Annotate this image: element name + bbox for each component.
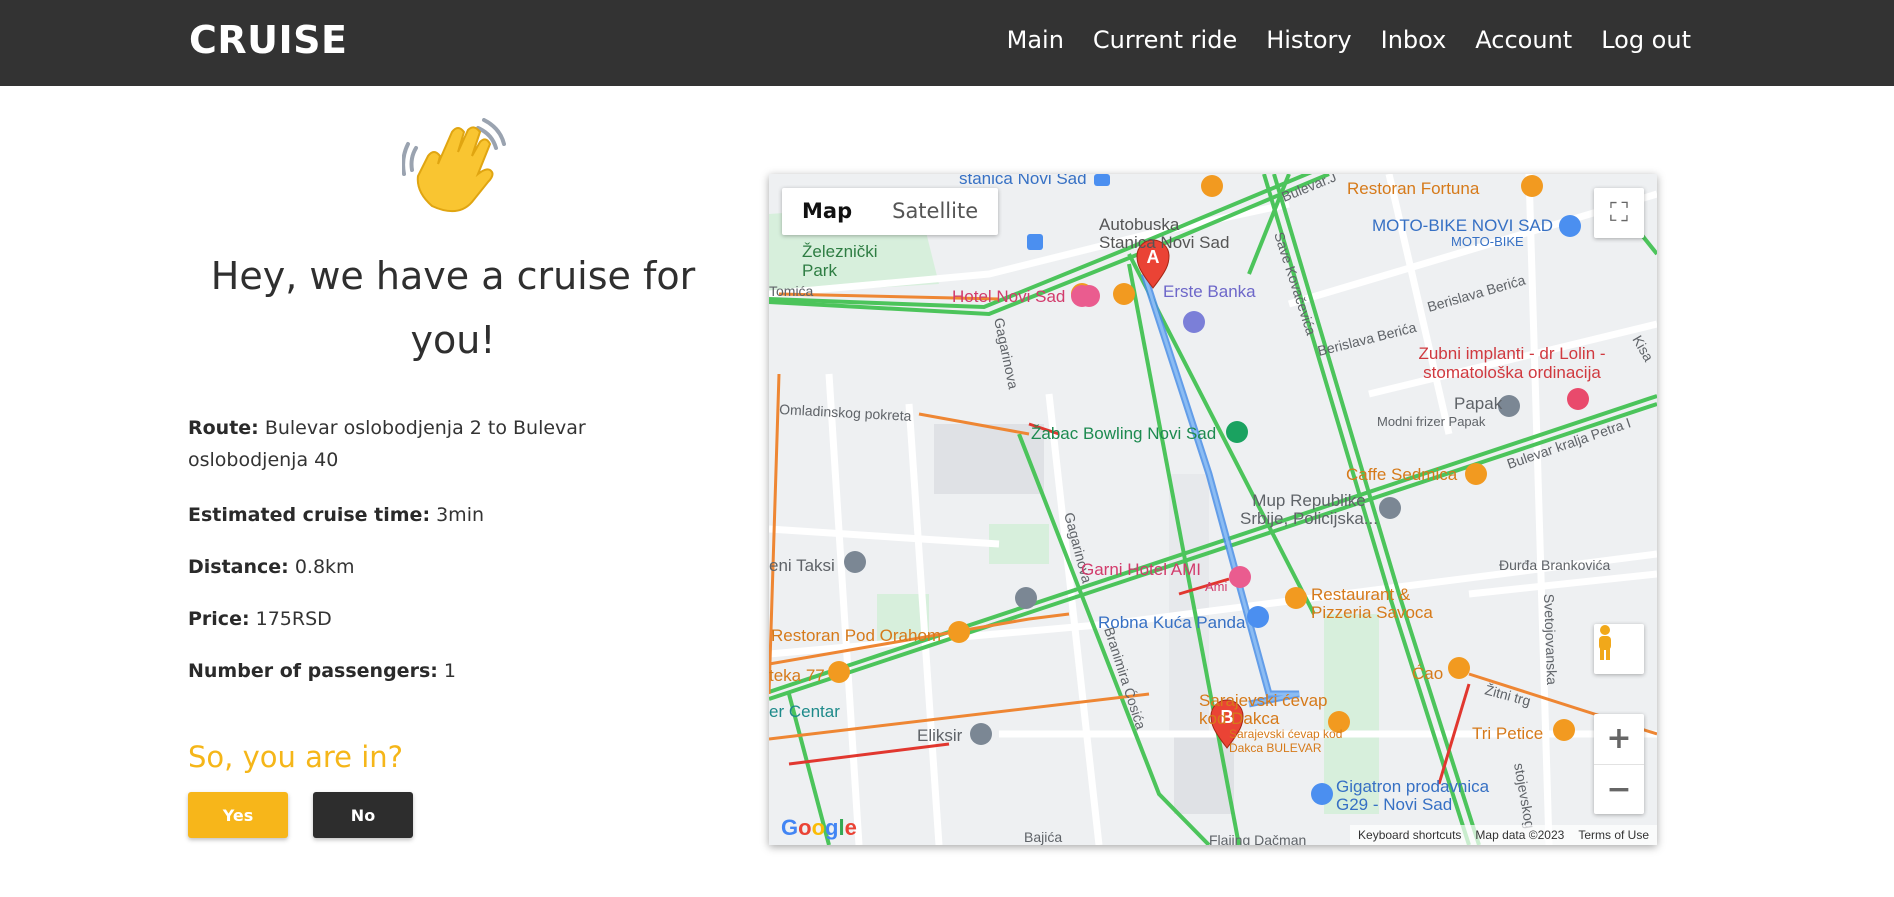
poi-label[interactable]: Garni Hotel AMI (1081, 560, 1201, 580)
time-info: Estimated cruise time: 3min (188, 499, 688, 531)
poi-label[interactable]: eni Taksi (769, 556, 835, 576)
zoom-control: + − (1594, 714, 1644, 814)
time-value: 3min (436, 504, 485, 526)
street-label: Bajića (1024, 829, 1062, 845)
nav-main[interactable]: Main (1007, 26, 1064, 54)
top-navbar: CRUISE Main Current ride History Inbox A… (0, 0, 1894, 86)
no-button[interactable]: No (313, 792, 413, 838)
distance-info: Distance: 0.8km (188, 551, 688, 583)
poi-label[interactable]: Tri Petice (1472, 724, 1543, 744)
poi-label[interactable]: Robna Kuća Panda (1098, 613, 1245, 633)
price-info: Price: 175RSD (188, 603, 688, 635)
poi-label[interactable]: Železnički Park (802, 242, 892, 280)
brand-logo[interactable]: CRUISE (189, 18, 347, 62)
poi-label[interactable]: teka 77 (769, 666, 825, 686)
street-label: Tomića (769, 283, 814, 299)
pegman-icon (1599, 625, 1611, 660)
map-footer: Keyboard shortcuts Map data ©2023 Terms … (1350, 825, 1657, 845)
passengers-value: 1 (443, 660, 456, 682)
street-view-pegman-icon[interactable] (1594, 624, 1644, 674)
poi-label[interactable]: er Centar (769, 702, 840, 722)
hero-title: Hey, we have a cruise for you! (210, 254, 696, 362)
poi-label[interactable]: Gigatron prodavnica G29 - Novi Sad (1336, 778, 1506, 814)
price-value: 175RSD (255, 608, 332, 630)
keyboard-shortcuts-link[interactable]: Keyboard shortcuts (1358, 825, 1461, 845)
tab-map[interactable]: Map (782, 188, 872, 235)
street-label: Flajing Dačman (1209, 832, 1306, 845)
poi-label[interactable]: Eliksir (917, 726, 962, 746)
terms-of-use-link[interactable]: Terms of Use (1578, 825, 1649, 845)
passengers-label: Number of passengers: (188, 660, 438, 682)
poi-label[interactable]: Sarajevski ćevap kod Dakca (1199, 692, 1329, 728)
passengers-info: Number of passengers: 1 (188, 655, 688, 687)
poi-label[interactable]: Restoran Fortuna (1347, 179, 1479, 199)
yes-button[interactable]: Yes (188, 792, 288, 838)
poi-label[interactable]: Mup Republike Srbije, Policijska... (1239, 492, 1379, 528)
poi-label[interactable]: Restoran Pod Orahom (771, 626, 941, 646)
poi-label: Ami (1205, 579, 1228, 594)
route-map[interactable]: A B Bulevar.J Omladinskog pokreta Gagari… (769, 174, 1657, 845)
poi-label: Modni frizer Papak (1377, 414, 1486, 429)
waving-hand-icon (402, 118, 506, 213)
distance-value: 0.8km (294, 556, 355, 578)
nav-history[interactable]: History (1266, 26, 1351, 54)
zoom-in-icon[interactable]: + (1594, 714, 1644, 764)
route-label: Route: (188, 417, 259, 439)
poi-label[interactable]: MOTO-BIKE NOVI SAD (1372, 216, 1553, 236)
street-label: Đurđa Brankovića (1499, 557, 1610, 573)
price-label: Price: (188, 608, 250, 630)
cta-question: So, you are in? (188, 740, 404, 774)
poi-label[interactable]: Erste Banka (1163, 282, 1256, 302)
fullscreen-icon[interactable]: ⛶ (1594, 188, 1644, 238)
poi-label: Sarajevski ćevap kod Dakca BULEVAR (1229, 727, 1343, 755)
poi-label[interactable]: Caffe Sedmica (1346, 465, 1457, 485)
nav-inbox[interactable]: Inbox (1381, 26, 1447, 54)
map-type-toggle: Map Satellite (782, 188, 999, 235)
poi-label[interactable]: Žabac Bowling Novi Sad (1031, 424, 1216, 444)
poi-label[interactable]: Zubni implanti - dr Lolin - stomatološka… (1402, 344, 1622, 382)
nav-log-out[interactable]: Log out (1601, 26, 1691, 54)
poi-label: MOTO-BIKE (1451, 234, 1524, 249)
tab-satellite[interactable]: Satellite (872, 188, 998, 235)
map-data-attribution: Map data ©2023 (1475, 828, 1565, 842)
google-logo[interactable]: Google (781, 815, 857, 841)
time-label: Estimated cruise time: (188, 504, 431, 526)
main-nav: Main Current ride History Inbox Account … (1007, 26, 1691, 54)
poi-label[interactable]: Autobuska Stanica Novi Sad (1099, 216, 1239, 252)
distance-label: Distance: (188, 556, 289, 578)
route-info: Route: Bulevar oslobodjenja 2 to Bulevar… (188, 412, 688, 476)
street-label: Svetojovanska (1541, 594, 1560, 686)
poi-label[interactable]: Hotel Novi Sad (952, 287, 1065, 307)
poi-label[interactable]: stanica Novi Sad (959, 174, 1087, 189)
poi-label[interactable]: Ćao (1412, 664, 1443, 684)
zoom-out-icon[interactable]: − (1594, 764, 1644, 814)
map-canvas[interactable]: A B Bulevar.J Omladinskog pokreta Gagari… (769, 174, 1657, 845)
nav-account[interactable]: Account (1475, 26, 1572, 54)
nav-current-ride[interactable]: Current ride (1093, 26, 1237, 54)
poi-label[interactable]: Papak (1454, 394, 1502, 414)
poi-label[interactable]: Restaurant & Pizzeria Savoca (1311, 586, 1461, 622)
